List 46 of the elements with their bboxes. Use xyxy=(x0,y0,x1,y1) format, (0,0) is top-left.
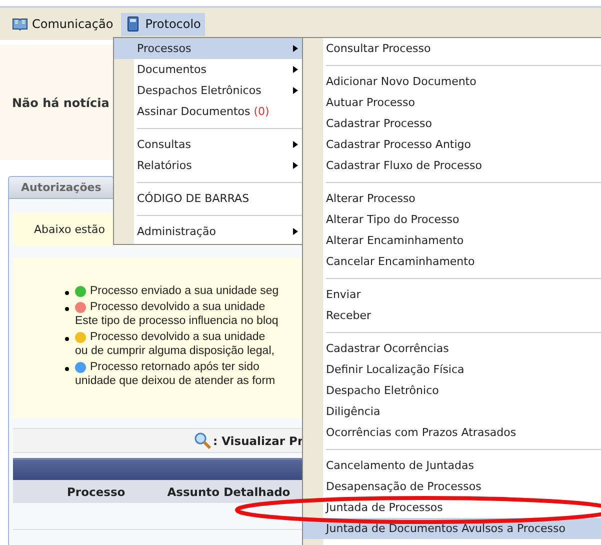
legend-text: ou de cumprir alguma disposição legal, xyxy=(75,344,274,358)
menubar-item[interactable]: Protocolo xyxy=(121,12,205,36)
menu-item[interactable]: Documentos xyxy=(114,59,302,80)
menu-item[interactable]: Alterar Processo xyxy=(303,188,601,209)
menu-item[interactable]: Desapensação de Processos xyxy=(303,476,601,497)
menu-item[interactable]: Relatórios xyxy=(114,155,302,176)
menu-item[interactable]: Adicionar Novo Documento xyxy=(303,71,601,92)
menu-item[interactable]: Juntada de Processos xyxy=(303,497,601,518)
menu-item[interactable]: Consultas xyxy=(114,134,302,155)
column-header: Processo xyxy=(67,484,126,498)
legend-text: unidade que deixou de atender as form xyxy=(75,374,276,388)
menu-item[interactable]: Enviar xyxy=(303,284,601,305)
menu-item[interactable]: Cancelamento de Juntadas xyxy=(303,455,601,476)
menu-item[interactable]: Administração xyxy=(114,221,302,242)
menu-item[interactable]: Alterar Tipo do Processo xyxy=(303,209,601,230)
menu-item[interactable]: Consultar Processo xyxy=(303,38,601,59)
menu-item[interactable]: Ocorrências com Prazos Atrasados xyxy=(303,422,601,443)
intro-text: Abaixo estão xyxy=(34,223,105,236)
menu-item[interactable]: Assinar Documentos (0) xyxy=(114,101,302,122)
menu-item[interactable]: Definir Localização Física xyxy=(303,359,601,380)
menu-item[interactable]: Diligência xyxy=(303,401,601,422)
column-header: Assunto Detalhado xyxy=(167,484,290,498)
legend-text: Processo enviado a sua unidade seg xyxy=(90,284,279,298)
menu-item[interactable]: Processos xyxy=(114,38,302,59)
menu-item[interactable]: Cadastrar Ocorrências xyxy=(303,338,601,359)
menu-item[interactable]: Alterar Encaminhamento xyxy=(303,230,601,251)
binder-icon xyxy=(125,16,142,32)
menu-item[interactable]: Despacho Eletrônico xyxy=(303,380,601,401)
view-legend-text: : Visualizar Pr xyxy=(213,434,304,448)
menu-item[interactable]: Receber xyxy=(303,305,601,326)
notice-text: Não há notícia xyxy=(12,96,110,110)
menu-item[interactable]: Despachos Eletrônicos xyxy=(114,80,302,101)
legend-text: Processo devolvido a sua unidade xyxy=(90,330,266,344)
legend-text: Este tipo de processo influencia no bloq xyxy=(75,314,278,328)
menu-item[interactable]: Cadastrar Fluxo de Processo xyxy=(303,155,601,176)
legend-text: Processo retornado após ter sido xyxy=(90,360,260,374)
book-icon xyxy=(12,16,28,32)
menu-item[interactable]: Cadastrar Processo xyxy=(303,113,601,134)
legend-text: Processo devolvido a sua unidade xyxy=(90,300,266,314)
magnifier-icon xyxy=(194,432,211,449)
tab[interactable]: Autorizações xyxy=(8,176,114,198)
menu-item[interactable]: Autuar Processo xyxy=(303,92,601,113)
menu-item[interactable]: CÓDIGO DE BARRAS xyxy=(114,188,302,209)
menu-item[interactable]: Cadastrar Processo Antigo xyxy=(303,134,601,155)
menubar-item[interactable]: Comunicação xyxy=(8,12,118,36)
menu-item[interactable]: Cancelar Encaminhamento xyxy=(303,251,601,272)
